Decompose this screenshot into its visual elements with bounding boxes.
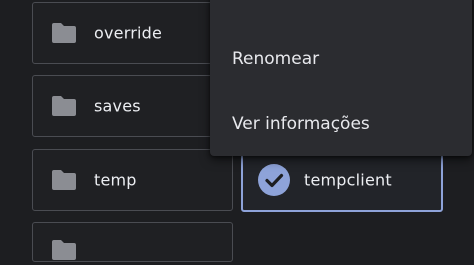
menu-item-rename[interactable]: Renomear [210, 37, 472, 81]
folder-tile-partial-bottom[interactable] [32, 222, 233, 262]
folder-tile-tempclient[interactable]: tempclient [241, 148, 443, 212]
folder-icon [50, 239, 78, 261]
folder-tile-temp[interactable]: temp [32, 149, 233, 211]
context-menu: Renomear Ver informações [210, 0, 472, 156]
folder-tile-override[interactable]: override [32, 2, 233, 64]
menu-item-properties[interactable]: Ver informações [210, 102, 472, 146]
folder-icon [50, 95, 78, 117]
menu-item-label: Renomear [232, 49, 320, 69]
folder-name: temp [94, 170, 137, 190]
checkmark-circle-icon[interactable] [258, 164, 290, 196]
folder-name: override [94, 23, 163, 43]
folder-name: tempclient [304, 170, 392, 190]
folder-icon [50, 169, 78, 191]
folder-tile-saves[interactable]: saves [32, 75, 233, 137]
menu-item-label: Ver informações [232, 114, 370, 134]
folder-icon [50, 22, 78, 44]
menu-item-partial[interactable] [210, 0, 472, 4]
folder-name: saves [94, 96, 141, 116]
